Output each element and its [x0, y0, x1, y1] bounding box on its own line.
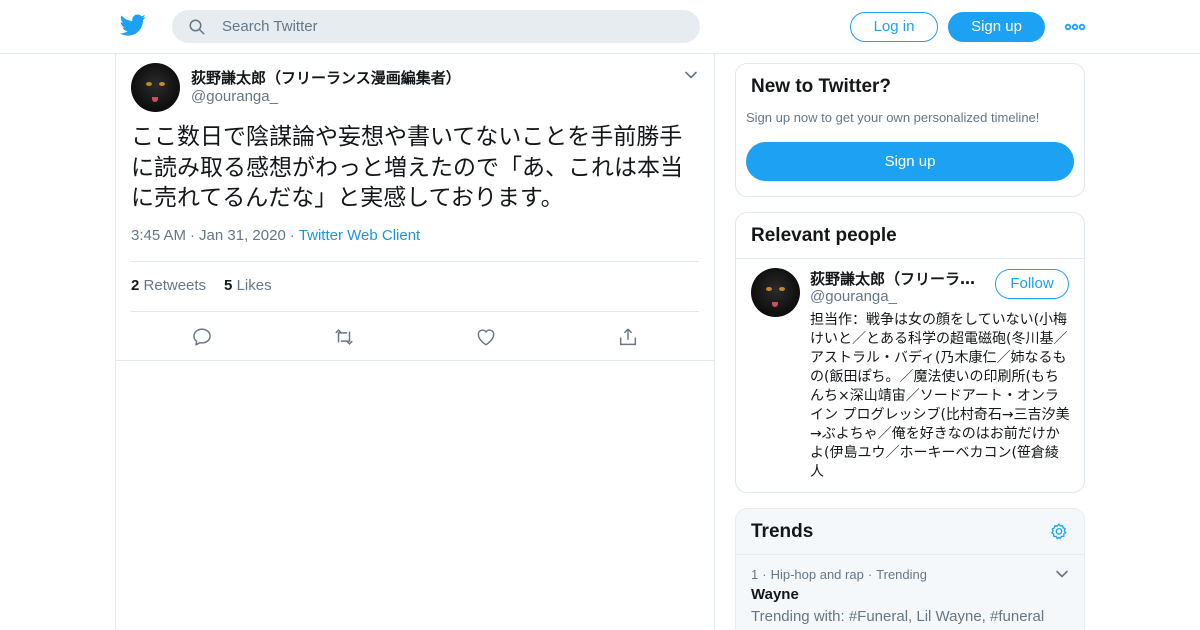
trend-rank: 1: [751, 567, 759, 582]
trends-title: Trends: [751, 521, 814, 542]
relevant-person-handle[interactable]: @gouranga_: [810, 288, 897, 305]
relevant-people-title: Relevant people: [751, 225, 897, 246]
avatar-eye: [779, 287, 785, 291]
twitter-bird-icon[interactable]: [120, 12, 146, 38]
divider: [131, 261, 699, 262]
separator-dot: ·: [289, 227, 295, 244]
search-icon: [189, 19, 205, 35]
avatar-tongue: [152, 97, 158, 102]
search-placeholder: Search Twitter: [222, 18, 318, 35]
avatar[interactable]: [751, 268, 800, 317]
retweet-icon[interactable]: [333, 326, 355, 348]
gear-icon[interactable]: [1049, 522, 1069, 542]
more-dots-icon[interactable]: [1064, 16, 1086, 38]
signup-button[interactable]: Sign up: [948, 12, 1045, 42]
like-icon[interactable]: [475, 326, 497, 348]
new-to-twitter-subtitle: Sign up now to get your own personalized…: [746, 110, 1040, 125]
likes-count: 5: [224, 277, 233, 294]
tweet-text: ここ数日で陰謀論や妄想や書いてないことを手前勝手に読み取る感想がわっと増えたので…: [131, 124, 683, 211]
avatar-eye: [146, 82, 152, 86]
relevant-person-name[interactable]: 荻野謙太郎（フリーランス漫画編集者）: [810, 268, 982, 289]
top-navigation-bar: Search Twitter Log in Sign up: [0, 0, 1200, 54]
likes-label: Likes: [236, 277, 272, 294]
tweet-author-handle[interactable]: @gouranga_: [191, 88, 278, 105]
follow-button[interactable]: Follow: [995, 269, 1069, 299]
share-icon[interactable]: [617, 326, 639, 348]
chevron-down-icon[interactable]: [1054, 566, 1070, 582]
retweets-stat[interactable]: 2 Retweets: [131, 277, 206, 294]
separator-dot: ·: [190, 227, 196, 244]
trend-meta: 1 · Hip-hop and rap · Trending: [751, 567, 927, 582]
signup-button-large[interactable]: Sign up: [746, 142, 1074, 181]
tweet-card: 荻野謙太郎（フリーランス漫画編集者） @gouranga_ ここ数日で陰謀論や妄…: [116, 54, 714, 361]
avatar[interactable]: [131, 63, 180, 112]
divider: [131, 311, 699, 312]
divider: [736, 554, 1084, 555]
separator-dot: ·: [867, 567, 873, 582]
tweet-timestamp: 3:45 AM · Jan 31, 2020 · Twitter Web Client: [131, 227, 420, 244]
tweet-time[interactable]: 3:45 AM: [131, 227, 186, 244]
tweet-client-link[interactable]: Twitter Web Client: [299, 227, 420, 244]
tweet-column: 荻野謙太郎（フリーランス漫画編集者） @gouranga_ ここ数日で陰謀論や妄…: [115, 54, 715, 630]
trend-related: Trending with: #Funeral, Lil Wayne, #fun…: [751, 608, 1045, 625]
divider: [736, 258, 1084, 259]
search-input[interactable]: Search Twitter: [172, 10, 700, 43]
trends-card: Trends 1 · Hip-hop and rap · Trending Wayne …: [735, 508, 1085, 630]
new-to-twitter-title: New to Twitter?: [751, 76, 892, 97]
likes-stat[interactable]: 5 Likes: [224, 277, 272, 294]
separator-dot: ·: [762, 567, 767, 582]
retweets-label: Retweets: [143, 277, 207, 294]
trend-status: Trending: [876, 567, 927, 582]
reply-icon[interactable]: [191, 326, 213, 348]
login-button[interactable]: Log in: [850, 12, 938, 42]
new-to-twitter-card: New to Twitter? Sign up now to get your …: [735, 63, 1085, 197]
retweets-count: 2: [131, 277, 140, 294]
trend-name[interactable]: Wayne: [751, 586, 799, 603]
avatar-eye: [159, 82, 165, 86]
relevant-people-card: Relevant people 荻野謙太郎（フリーランス漫画編集者） @gour…: [735, 212, 1085, 493]
tweet-stats: 2 Retweets 5 Likes: [131, 277, 272, 294]
avatar-tongue: [772, 302, 778, 307]
tweet-author-name[interactable]: 荻野謙太郎（フリーランス漫画編集者）: [191, 67, 461, 88]
tweet-date[interactable]: Jan 31, 2020: [199, 227, 286, 244]
chevron-down-icon[interactable]: [684, 68, 698, 82]
relevant-person-bio: 担当作：戦争は女の顔をしていない(小梅けいと／とある科学の超電磁砲(冬川基／アス…: [810, 312, 1070, 480]
trend-category: Hip-hop and rap: [770, 567, 864, 582]
avatar-eye: [766, 287, 772, 291]
